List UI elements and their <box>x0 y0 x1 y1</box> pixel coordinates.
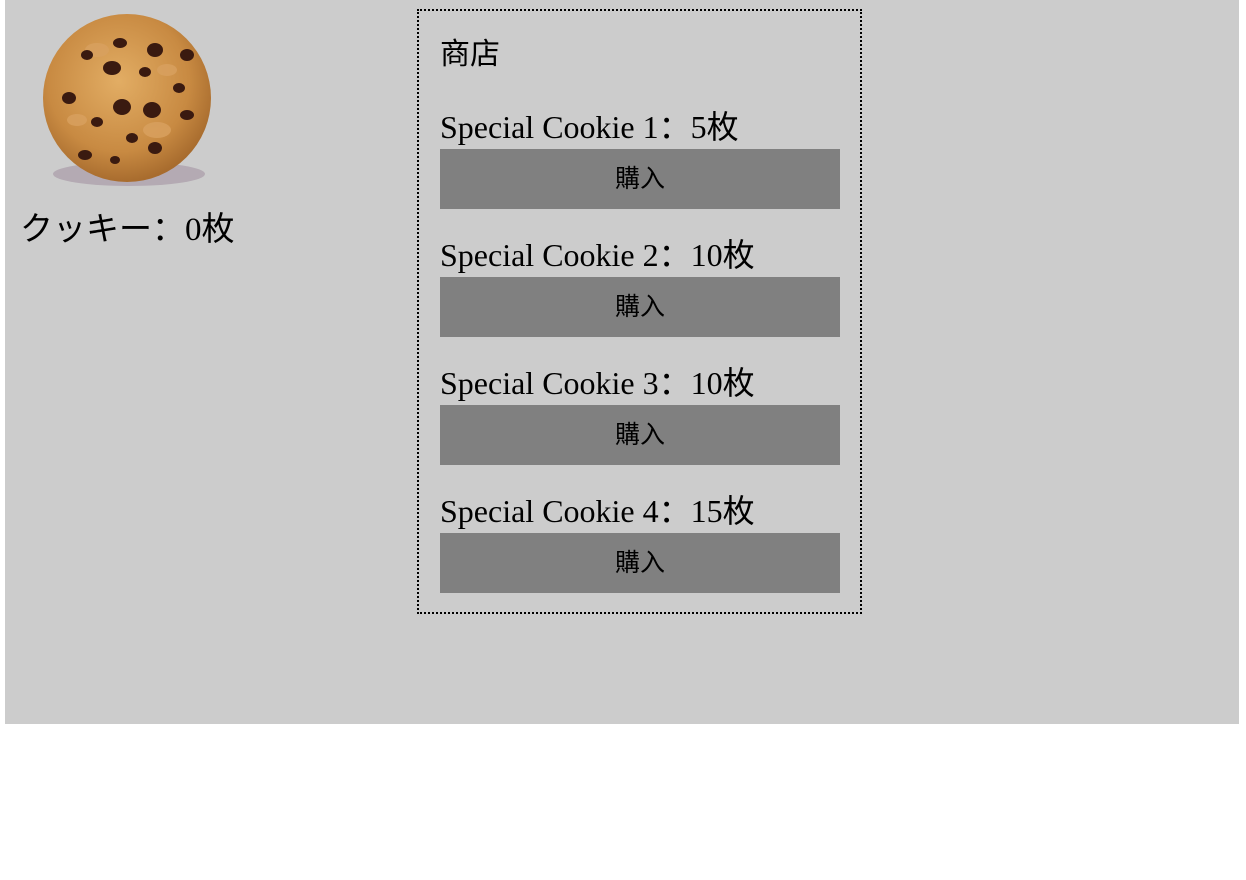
shop-panel: 商店 Special Cookie 1：5枚 購入 Special Cookie… <box>417 9 862 614</box>
cookie-icon <box>43 14 211 186</box>
shop-item-label-4: Special Cookie 4：15枚 <box>440 493 755 529</box>
buy-button-4[interactable]: 購入 <box>440 533 840 593</box>
game-area: クッキー：0枚 商店 Special Cookie 1：5枚 購入 Specia… <box>5 0 1239 724</box>
buy-button-2[interactable]: 購入 <box>440 277 840 337</box>
shop-item-label-1: Special Cookie 1：5枚 <box>440 109 739 145</box>
buy-button-1[interactable]: 購入 <box>440 149 840 209</box>
cookie-count-label: クッキー：0枚 <box>20 212 235 248</box>
shop-item-label-2: Special Cookie 2：10枚 <box>440 237 755 273</box>
shop-title: 商店 <box>440 38 500 71</box>
shop-item-label-3: Special Cookie 3：10枚 <box>440 365 755 401</box>
buy-button-3[interactable]: 購入 <box>440 405 840 465</box>
cookie-button[interactable] <box>37 10 215 188</box>
